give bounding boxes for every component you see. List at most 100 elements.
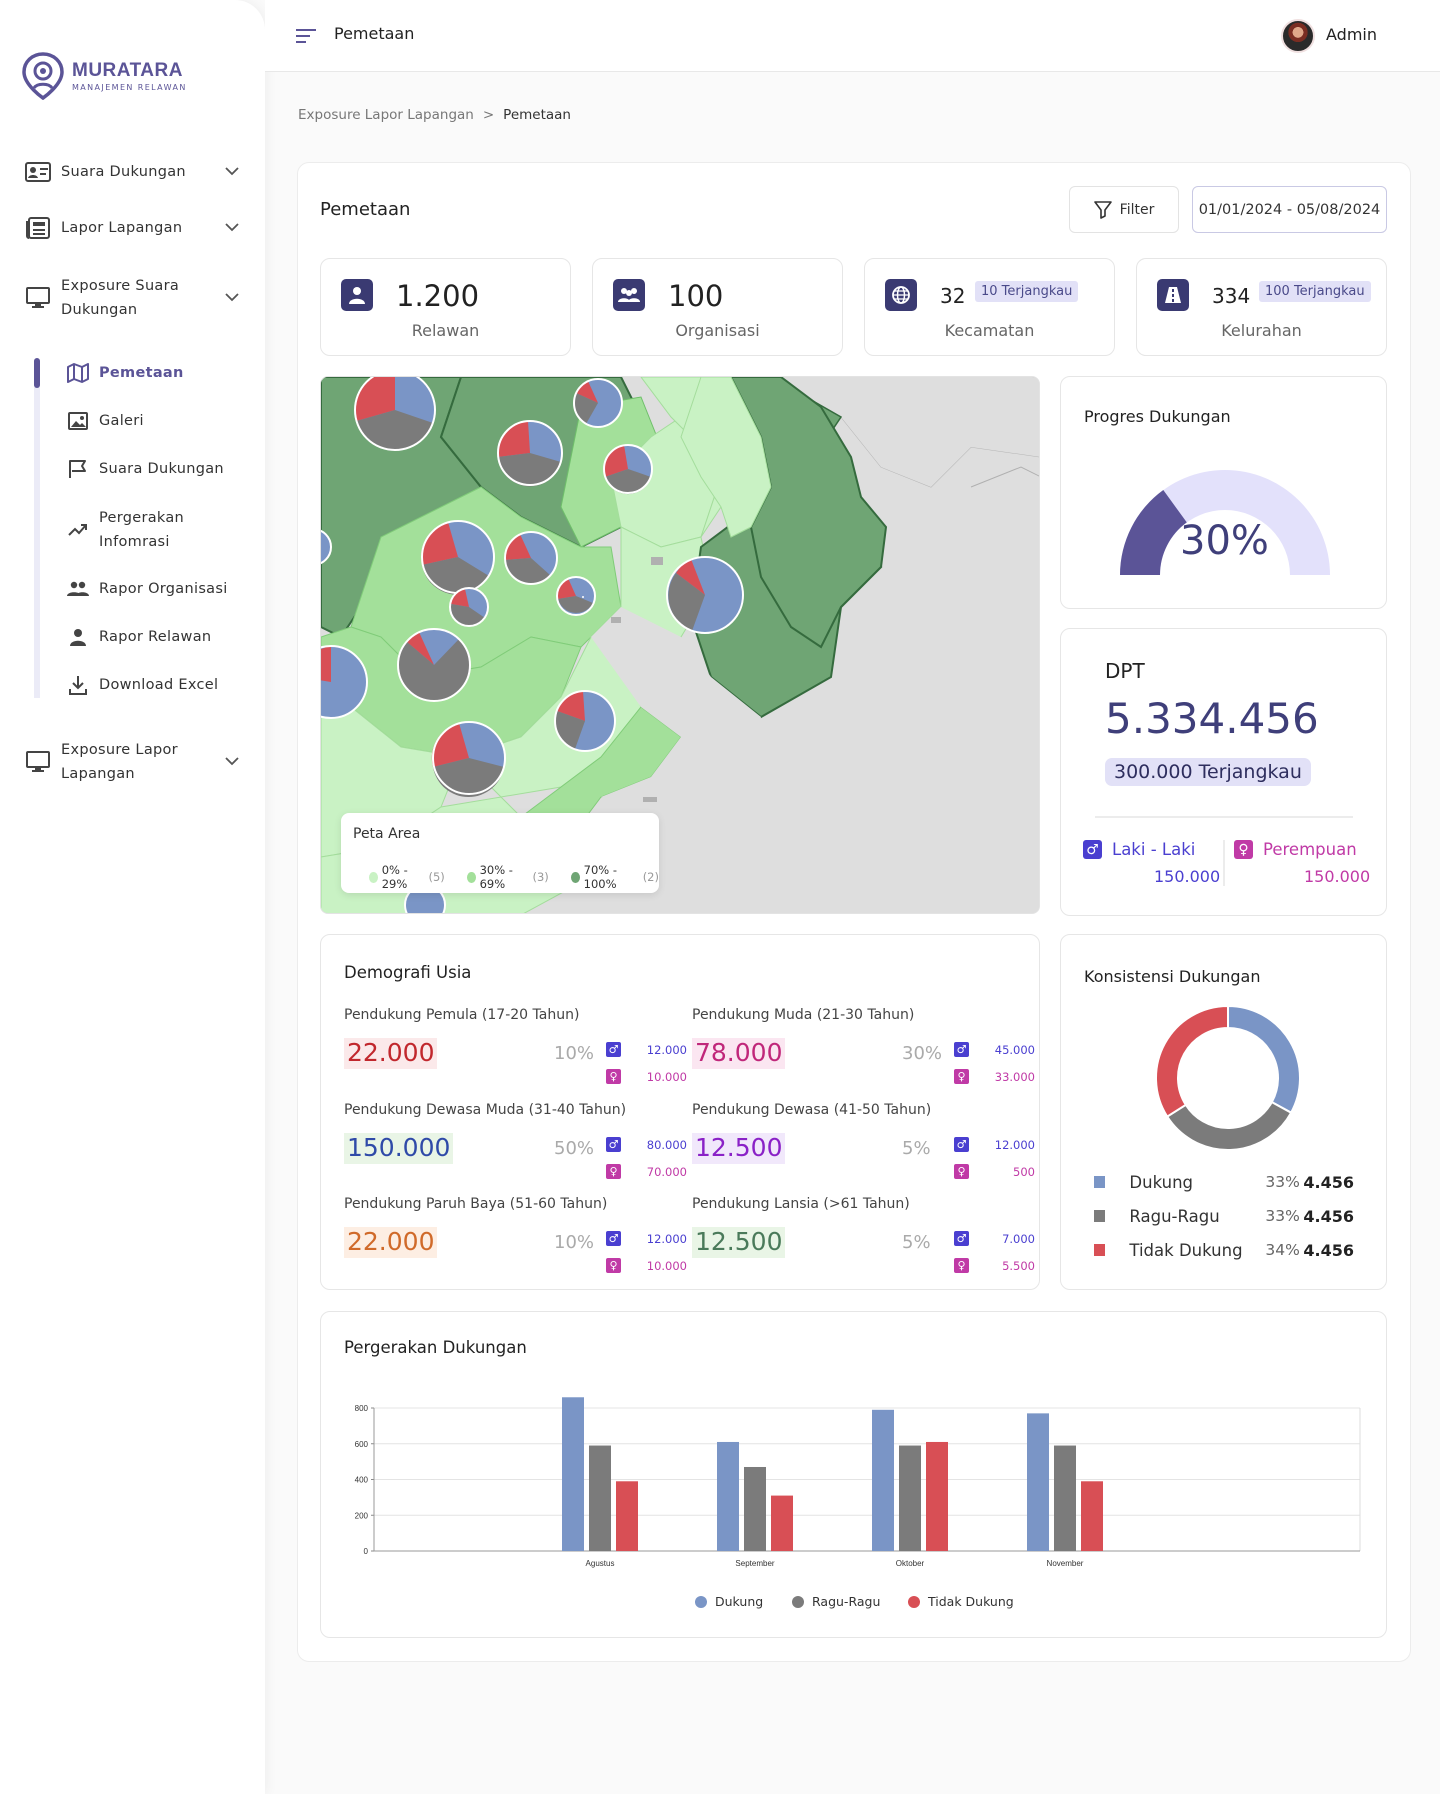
bar-dukung-september xyxy=(717,1441,739,1551)
page-title: Pemetaan xyxy=(320,199,411,220)
divider xyxy=(1223,840,1225,886)
demografi-item-percent: 5% xyxy=(902,1232,931,1253)
pergerakan-chart: 0 200 400 600 800 Agustus September Oktober Nove… xyxy=(355,1397,1361,1568)
konsistensi-label: Ragu-Ragu xyxy=(1129,1206,1220,1226)
sidebar-item-rapor-organisasi[interactable]: Rapor Organisasi xyxy=(66,577,228,601)
legend-label: 70% - 100% xyxy=(583,863,617,891)
group-icon xyxy=(66,578,90,600)
chevron-down-icon xyxy=(225,167,239,176)
y-tick-label: 600 xyxy=(355,1440,369,1449)
stat-value: 100 xyxy=(668,279,724,313)
female-count-value: 10.000 xyxy=(646,1069,687,1084)
male-count-value: 12.000 xyxy=(994,1137,1035,1152)
y-tick-label: 0 xyxy=(364,1547,369,1556)
male-icon: ♂ xyxy=(954,1231,969,1246)
male-count-value: 80.000 xyxy=(646,1137,687,1152)
nav-exposure-suara-dukungan[interactable]: Exposure Suara Dukungan xyxy=(0,274,265,322)
female-icon: ♀ xyxy=(954,1069,969,1084)
y-tick-label: 400 xyxy=(355,1476,369,1485)
topbar-page-title: Pemetaan xyxy=(334,24,415,43)
konsistensi-donut xyxy=(1155,1005,1301,1151)
chart-legend-item: Dukung xyxy=(695,1594,763,1609)
user-name[interactable]: Admin xyxy=(1326,25,1377,44)
image-icon xyxy=(66,410,90,432)
user-icon xyxy=(66,626,90,648)
female-count: ♀ 10.000 xyxy=(606,1258,687,1273)
legend-label: Ragu-Ragu xyxy=(812,1594,881,1609)
sidebar-item-suara-dukungan[interactable]: Suara Dukungan xyxy=(66,457,224,481)
demografi-item: Pendukung Muda (21-30 Tahun) 78.000 30% ♂ 45… xyxy=(692,1007,1035,1097)
nav-exposure-lapor-lapangan[interactable]: Exposure Lapor Lapangan xyxy=(0,738,265,786)
map-legend-title: Peta Area xyxy=(353,826,421,842)
nav-label: Suara Dukungan xyxy=(61,164,186,180)
dpt-value: 5.334.456 xyxy=(1105,694,1319,743)
divider xyxy=(1095,816,1353,818)
male-count-value: 12.000 xyxy=(646,1042,687,1057)
chevron-down-icon xyxy=(225,757,239,766)
sidebar-item-download-excel[interactable]: Download Excel xyxy=(66,673,218,697)
female-count: ♀ 5.500 xyxy=(954,1258,1035,1273)
konsistensi-row: Tidak Dukung 34% 4.456 xyxy=(1094,1238,1354,1262)
sidebar-item-pemetaan[interactable]: Pemetaan xyxy=(66,361,184,385)
download-icon xyxy=(66,674,90,696)
legend-dot xyxy=(908,1595,920,1608)
dpt-badge: 300.000 Terjangkau xyxy=(1105,758,1311,786)
female-count-value: 33.000 xyxy=(994,1069,1035,1084)
stat-value: 334 xyxy=(1212,284,1251,308)
demografi-item-value: 150.000 xyxy=(344,1133,454,1164)
bar-ragu-ragu-oktober xyxy=(899,1445,921,1551)
male-count: ♂ 12.000 xyxy=(954,1137,1035,1152)
male-icon: ♂ xyxy=(606,1042,621,1057)
demografi-item-percent: 10% xyxy=(554,1043,595,1064)
nav-lapor-lapangan[interactable]: Lapor Lapangan xyxy=(0,216,265,240)
breadcrumb-separator: > xyxy=(482,107,495,123)
avatar[interactable] xyxy=(1281,19,1315,53)
legend-dot xyxy=(570,871,580,883)
filter-label: Filter xyxy=(1119,201,1155,218)
newspaper-icon xyxy=(24,216,52,240)
legend-swatch xyxy=(1094,1176,1106,1188)
globe-icon xyxy=(885,279,917,311)
legend-label: 30% - 69% xyxy=(479,863,513,891)
x-tick-label: September xyxy=(735,1559,774,1568)
filter-button[interactable]: Filter xyxy=(1069,186,1179,233)
male-icon: ♂ xyxy=(606,1231,621,1246)
sidebar-item-rapor-relawan[interactable]: Rapor Relawan xyxy=(66,625,211,649)
bar-ragu-ragu-agustus xyxy=(589,1445,611,1551)
legend-swatch xyxy=(1094,1244,1106,1256)
sidebar-item-label: Download Excel xyxy=(99,677,219,693)
male-count-value: 45.000 xyxy=(994,1042,1035,1057)
male-count: ♂ 12.000 xyxy=(606,1231,687,1246)
male-icon: ♂ xyxy=(606,1137,621,1152)
demografi-item-title: Pendukung Muda (21-30 Tahun) xyxy=(692,1007,915,1023)
male-value: 150.000 xyxy=(1154,867,1221,886)
x-tick-label: Oktober xyxy=(896,1559,925,1568)
konsistensi-percent: 33% xyxy=(1265,1173,1300,1191)
female-count-value: 70.000 xyxy=(646,1164,687,1179)
map-panel[interactable]: Peta Area 0% - 29% (5) 30% - 69% (3) 70% -… xyxy=(320,376,1040,914)
male-count: ♂ 45.000 xyxy=(954,1042,1035,1057)
female-stat: ♀ Perempuan xyxy=(1234,840,1357,859)
date-range-picker[interactable]: 01/01/2024 - 05/08/2024 xyxy=(1192,186,1387,233)
sidebar-item-label: Pemetaan xyxy=(99,365,184,381)
sidebar-item-galeri[interactable]: Galeri xyxy=(66,409,144,433)
stat-value: 1.200 xyxy=(396,279,480,313)
bar-tidak-dukung-agustus xyxy=(616,1481,638,1551)
app-logo[interactable]: MURATARA MANAJEMEN RELAWAN xyxy=(22,52,187,100)
nav-label-line1: Exposure Suara xyxy=(61,278,180,294)
menu-icon[interactable] xyxy=(296,29,316,43)
stat-badge: 100 Terjangkau xyxy=(1259,281,1371,302)
nav-suara-dukungan[interactable]: Suara Dukungan xyxy=(0,160,265,184)
breadcrumb-parent[interactable]: Exposure Lapor Lapangan xyxy=(298,107,474,123)
stat-badge: 10 Terjangkau xyxy=(975,281,1079,302)
male-icon: ♂ xyxy=(954,1137,969,1152)
nav-label-line2: Lapangan xyxy=(61,766,135,782)
monitor-icon xyxy=(24,286,52,310)
y-tick-label: 800 xyxy=(355,1404,369,1413)
stat-card-kelurahan: 334 100 Terjangkau Kelurahan xyxy=(1136,258,1387,356)
breadcrumb-current: Pemetaan xyxy=(503,107,571,123)
sidebar-item-pergerakan-infomrasi[interactable]: Pergerakan Infomrasi xyxy=(66,506,184,554)
stat-card-kecamatan: 32 10 Terjangkau Kecamatan xyxy=(864,258,1115,356)
legend-dot xyxy=(466,871,476,883)
map-icon xyxy=(66,362,90,384)
